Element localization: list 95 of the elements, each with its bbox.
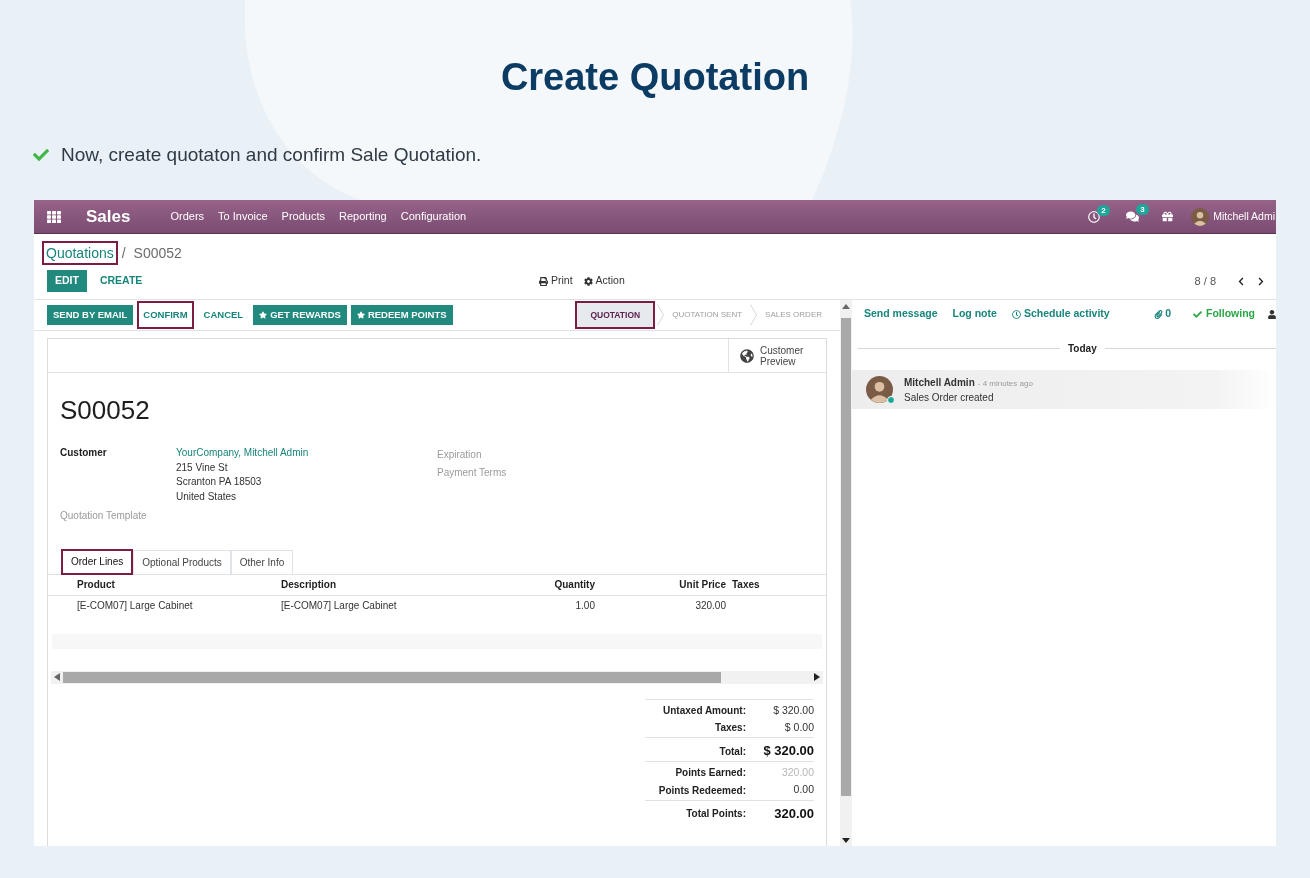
chevron-separator-icon: [750, 304, 758, 326]
message-time: - 4 minutes ago: [977, 377, 1033, 390]
table-cell-text: 320.00: [694, 599, 726, 613]
customer-link[interactable]: YourCompany, Mitchell Admin: [176, 446, 309, 461]
paperclip-icon: [1154, 309, 1164, 319]
previous-record-icon[interactable]: [1237, 276, 1245, 286]
total-label: Points Redeemed:: [657, 783, 746, 798]
app-name[interactable]: Sales: [86, 208, 131, 225]
form-tab[interactable]: Other Info: [230, 549, 294, 574]
follow-button[interactable]: Following: [1193, 306, 1255, 322]
menu-item[interactable]: Orders: [170, 208, 205, 225]
clock-icon: [1011, 309, 1021, 319]
total-value: 320.00: [780, 764, 814, 780]
column-header[interactable]: Product: [48, 577, 281, 592]
next-record-icon[interactable]: [1257, 276, 1265, 286]
field-label: Customer: [60, 446, 108, 460]
star-icon: [259, 311, 268, 319]
send-message-button[interactable]: Send message: [864, 306, 938, 322]
attachments-button[interactable]: 0: [1154, 306, 1171, 322]
table-cell-text: [E-COM07] Large Cabinet: [281, 599, 398, 613]
user-avatar-icon: [1191, 207, 1210, 226]
date-separator: Today: [1068, 341, 1097, 356]
chevron-separator-icon: [657, 304, 665, 326]
total-label: Taxes:: [714, 721, 746, 736]
menu-item[interactable]: To Invoice: [218, 208, 268, 225]
message-body: Sales Order created: [904, 390, 994, 405]
total-value: 0.00: [792, 782, 814, 798]
field-label: Expiration: [437, 448, 482, 462]
total-label: Untaxed Amount:: [662, 703, 746, 718]
page-title: Create Quotation: [500, 55, 810, 100]
form-tab[interactable]: Order Lines: [61, 548, 134, 575]
horizontal-scrollbar[interactable]: [51, 670, 823, 684]
total-label: Total Points:: [685, 806, 746, 821]
scroll-up-arrow-icon[interactable]: [842, 304, 850, 309]
chat-icon[interactable]: [1126, 210, 1140, 223]
scroll-left-arrow-icon[interactable]: [54, 673, 60, 681]
column-header[interactable]: Description: [281, 577, 481, 592]
total-label: Total:: [718, 744, 746, 759]
breadcrumb-separator: /: [121, 243, 126, 263]
apps-menu-icon[interactable]: [47, 210, 61, 223]
scroll-down-arrow-icon[interactable]: [842, 838, 850, 843]
print-button[interactable]: Print: [539, 273, 573, 289]
address-line: Scranton PA 18503: [176, 475, 262, 489]
log-note-button[interactable]: Log note: [952, 306, 997, 322]
message-author: Mitchell Admin: [904, 375, 975, 390]
user-name[interactable]: Mitchell Admi: [1213, 208, 1275, 225]
scrollbar-thumb[interactable]: [63, 671, 722, 683]
printer-icon: [539, 276, 548, 286]
form-tab[interactable]: Optional Products: [133, 549, 231, 574]
author-avatar-icon: [866, 376, 893, 403]
header-button[interactable]: CONFIRM: [137, 301, 194, 329]
message-count-badge: 3: [1136, 204, 1149, 215]
menu-item[interactable]: Products: [281, 208, 325, 225]
total-value: $ 0.00: [783, 719, 814, 735]
breadcrumb-current: S00052: [132, 243, 183, 263]
field-label: Payment Terms: [437, 466, 507, 480]
gift-icon[interactable]: [1162, 211, 1174, 222]
menu-item[interactable]: Configuration: [400, 208, 467, 225]
column-header[interactable]: Taxes: [726, 577, 826, 592]
total-value: $ 320.00: [772, 702, 814, 718]
total-value: 320.00: [773, 804, 814, 823]
vertical-scrollbar[interactable]: [840, 300, 852, 846]
address-line: United States: [176, 489, 237, 504]
table-cell-text: 1.00: [574, 599, 595, 613]
activity-clock-icon[interactable]: [1088, 210, 1101, 223]
gear-icon: [583, 276, 593, 286]
field-label: Quotation Template: [60, 509, 148, 523]
column-header[interactable]: Unit Price: [595, 577, 726, 592]
create-button[interactable]: CREATE: [98, 270, 144, 292]
edit-button[interactable]: EDIT: [47, 270, 87, 292]
column-header[interactable]: Quantity: [481, 577, 595, 592]
schedule-activity-button[interactable]: Schedule activity: [1011, 306, 1110, 322]
scrollbar-thumb[interactable]: [841, 318, 851, 796]
pager-value: 8 / 8: [1194, 273, 1216, 289]
breadcrumb-link[interactable]: Quotations: [42, 241, 118, 265]
scroll-right-arrow-icon[interactable]: [814, 673, 820, 681]
activity-count-badge: 2: [1097, 204, 1110, 216]
status-step[interactable]: QUOTATION: [575, 301, 656, 329]
reward-button[interactable]: GET REWARDS: [253, 305, 347, 325]
total-label: Points Earned:: [674, 766, 746, 781]
address-line: 215 Vine St: [176, 460, 228, 475]
globe-icon: [740, 348, 754, 363]
user-icon[interactable]: [1268, 309, 1276, 319]
record-title: S00052: [60, 394, 150, 426]
menu-item[interactable]: Reporting: [339, 208, 387, 225]
check-icon: [33, 147, 49, 163]
instruction-text: Now, create quotaton and confirm Sale Quotation.: [61, 143, 482, 167]
customer-preview-button[interactable]: Customer Preview: [728, 339, 826, 372]
star-icon: [356, 311, 365, 319]
action-button[interactable]: Action: [583, 273, 625, 289]
total-value: $ 320.00: [762, 742, 814, 761]
table-cell-text: [E-COM07] Large Cabinet: [76, 599, 194, 613]
reward-button[interactable]: REDEEM POINTS: [350, 305, 453, 325]
header-button[interactable]: SEND BY EMAIL: [47, 305, 134, 325]
check-icon: [1193, 309, 1202, 319]
